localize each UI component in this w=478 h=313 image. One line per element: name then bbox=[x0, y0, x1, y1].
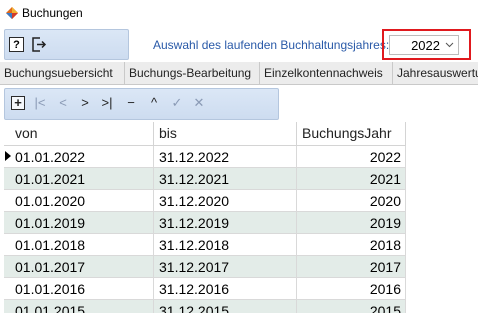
grid-header: von bis BuchungsJahr bbox=[4, 122, 406, 146]
plus-icon: + bbox=[14, 95, 22, 110]
table-cell-buchungsjahr[interactable]: 2017 bbox=[297, 256, 406, 277]
table-cell-bis[interactable]: 31.12.2018 bbox=[154, 234, 297, 255]
tab-jahresauswertung[interactable]: Jahresauswertu bbox=[393, 62, 478, 84]
tab-einzelkontennachweis[interactable]: Einzelkontennachweis bbox=[260, 62, 393, 84]
table-cell-buchungsjahr[interactable]: 2015 bbox=[297, 300, 406, 313]
toolbar-panel: ? bbox=[4, 29, 129, 60]
table-row[interactable]: 01.01.2020 31.12.2020 2020 bbox=[4, 190, 406, 212]
table-cell-von[interactable]: 01.01.2022 bbox=[10, 146, 154, 167]
tab-buchungsuebersicht[interactable]: Buchungsuebersicht bbox=[0, 62, 125, 84]
booking-years-grid[interactable]: von bis BuchungsJahr 01.01.2022 31.12.202… bbox=[4, 122, 406, 313]
table-row[interactable]: 01.01.2015 31.12.2015 2015 bbox=[4, 300, 406, 313]
column-header-bis[interactable]: bis bbox=[154, 122, 297, 145]
table-cell-bis[interactable]: 31.12.2017 bbox=[154, 256, 297, 277]
table-cell-von[interactable]: 01.01.2021 bbox=[10, 168, 154, 189]
year-select-value: 2022 bbox=[411, 38, 440, 53]
tab-buchungs-bearbeitung[interactable]: Buchungs-Bearbeitung bbox=[125, 62, 260, 84]
table-cell-bis[interactable]: 31.12.2019 bbox=[154, 212, 297, 233]
exit-icon[interactable] bbox=[31, 36, 47, 53]
column-header-von[interactable]: von bbox=[10, 122, 154, 145]
table-cell-bis[interactable]: 31.12.2021 bbox=[154, 168, 297, 189]
first-record-button[interactable]: |< bbox=[31, 94, 49, 112]
table-cell-bis[interactable]: 31.12.2016 bbox=[154, 278, 297, 299]
edit-record-button[interactable]: ^ bbox=[145, 94, 163, 112]
delete-record-button[interactable]: − bbox=[122, 94, 140, 112]
column-header-buchungsjahr[interactable]: BuchungsJahr bbox=[297, 122, 406, 145]
table-cell-buchungsjahr[interactable]: 2020 bbox=[297, 190, 406, 211]
next-record-button[interactable]: > bbox=[76, 94, 94, 112]
table-cell-buchungsjahr[interactable]: 2019 bbox=[297, 212, 406, 233]
table-cell-von[interactable]: 01.01.2017 bbox=[10, 256, 154, 277]
table-cell-bis[interactable]: 31.12.2020 bbox=[154, 190, 297, 211]
diamond-app-icon bbox=[6, 7, 18, 19]
table-cell-bis[interactable]: 31.12.2022 bbox=[154, 146, 297, 167]
table-cell-von[interactable]: 01.01.2016 bbox=[10, 278, 154, 299]
tab-strip: Buchungsuebersicht Buchungs-Bearbeitung … bbox=[0, 62, 478, 85]
chevron-down-icon bbox=[445, 42, 454, 48]
record-navigator: + |< < > >| − ^ ✓ ✕ bbox=[4, 88, 279, 120]
table-cell-von[interactable]: 01.01.2018 bbox=[10, 234, 154, 255]
add-record-button[interactable]: + bbox=[11, 96, 25, 110]
title-bar: Buchungen bbox=[0, 0, 478, 26]
table-cell-von[interactable]: 01.01.2015 bbox=[10, 300, 154, 313]
table-row[interactable]: 01.01.2016 31.12.2016 2016 bbox=[4, 278, 406, 300]
year-select[interactable]: 2022 bbox=[389, 35, 459, 55]
table-cell-von[interactable]: 01.01.2020 bbox=[10, 190, 154, 211]
table-cell-buchungsjahr[interactable]: 2018 bbox=[297, 234, 406, 255]
year-select-label: Auswahl des laufenden Buchhaltungsjahres… bbox=[153, 38, 390, 52]
table-cell-von[interactable]: 01.01.2019 bbox=[10, 212, 154, 233]
cancel-record-button[interactable]: ✕ bbox=[190, 94, 208, 112]
table-cell-buchungsjahr[interactable]: 2022 bbox=[297, 146, 406, 167]
table-row[interactable]: 01.01.2022 31.12.2022 2022 bbox=[4, 146, 406, 168]
last-record-button[interactable]: >| bbox=[98, 94, 116, 112]
table-row[interactable]: 01.01.2019 31.12.2019 2019 bbox=[4, 212, 406, 234]
table-cell-buchungsjahr[interactable]: 2016 bbox=[297, 278, 406, 299]
top-toolbar: ? Auswahl des laufenden Buchhaltungsjahr… bbox=[0, 26, 478, 62]
table-cell-bis[interactable]: 31.12.2015 bbox=[154, 300, 297, 313]
prior-record-button[interactable]: < bbox=[54, 94, 72, 112]
help-button[interactable]: ? bbox=[9, 37, 24, 52]
table-row[interactable]: 01.01.2018 31.12.2018 2018 bbox=[4, 234, 406, 256]
post-record-button[interactable]: ✓ bbox=[168, 94, 186, 112]
table-cell-buchungsjahr[interactable]: 2021 bbox=[297, 168, 406, 189]
table-row[interactable]: 01.01.2017 31.12.2017 2017 bbox=[4, 256, 406, 278]
table-row[interactable]: 01.01.2021 31.12.2021 2021 bbox=[4, 168, 406, 190]
help-icon: ? bbox=[13, 39, 20, 51]
window-title: Buchungen bbox=[22, 6, 83, 20]
